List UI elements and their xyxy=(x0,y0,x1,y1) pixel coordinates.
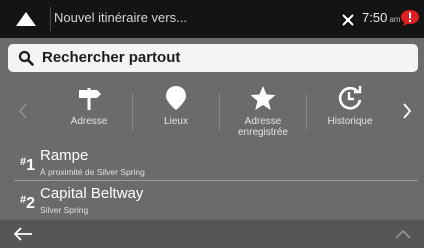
result-rank: #2 xyxy=(20,194,36,212)
clock: 7:50 am xyxy=(362,10,400,25)
back-arrow-icon[interactable] xyxy=(12,225,34,243)
top-bar: Nouvel itinéraire vers... 7:50 am xyxy=(0,0,424,38)
result-subtitle: Silver Spring xyxy=(40,205,89,215)
clock-time: 7:50 xyxy=(362,10,388,25)
divider xyxy=(50,7,51,31)
clock-ampm: am xyxy=(389,15,401,24)
location-pin-icon xyxy=(166,86,186,110)
search-everywhere-button[interactable]: Rechercher partout xyxy=(8,44,418,72)
chevron-up-icon[interactable] xyxy=(394,228,412,240)
category-saved-address[interactable]: Adresse enregistrée xyxy=(220,80,306,142)
category-label: Historique xyxy=(327,116,373,127)
result-row[interactable]: #1 Rampe À proximité de Silver Spring xyxy=(0,146,424,181)
result-title: Capital Beltway xyxy=(40,185,144,202)
navigation-arrow-icon[interactable] xyxy=(14,9,38,29)
carousel-next-button[interactable] xyxy=(384,80,424,142)
category-carousel: Adresse Lieux Adresse enregistrée Histor… xyxy=(0,80,424,142)
bottom-bar xyxy=(0,220,424,248)
category-address[interactable]: Adresse xyxy=(46,80,132,142)
category-label: Lieux xyxy=(164,116,188,127)
star-icon xyxy=(250,86,276,110)
category-history[interactable]: Historique xyxy=(307,80,393,142)
message-icon[interactable] xyxy=(400,9,420,27)
history-icon xyxy=(338,86,362,110)
result-row[interactable]: #2 Capital Beltway Silver Spring xyxy=(0,184,424,215)
result-subtitle: À proximité de Silver Spring xyxy=(40,167,145,177)
rank-number: 2 xyxy=(26,195,36,212)
rank-number: 1 xyxy=(26,157,36,174)
divider xyxy=(14,180,418,181)
result-title: Rampe xyxy=(40,147,89,164)
top-bar-title: Nouvel itinéraire vers... xyxy=(54,10,187,25)
signpost-icon xyxy=(79,88,101,110)
chevron-left-icon xyxy=(18,103,27,119)
result-rank: #1 xyxy=(20,156,36,174)
search-label: Rechercher partout xyxy=(42,49,181,66)
search-icon xyxy=(18,50,34,66)
carousel-prev-button[interactable] xyxy=(0,80,46,142)
category-label: Adresse xyxy=(70,116,108,127)
gps-satellite-icon xyxy=(342,14,354,26)
category-label: Adresse enregistrée xyxy=(237,116,289,138)
category-places[interactable]: Lieux xyxy=(133,80,219,142)
chevron-right-icon xyxy=(403,103,412,119)
